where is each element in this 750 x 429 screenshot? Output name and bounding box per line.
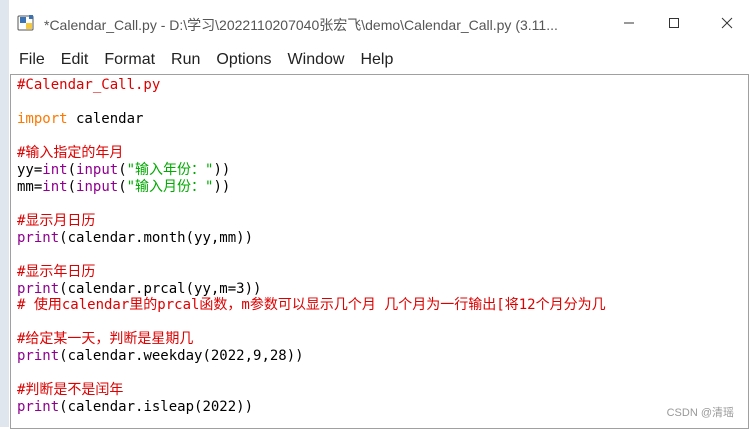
minimize-button[interactable]: [609, 8, 649, 38]
code-line-20: print(calendar.isleap(2022)): [17, 399, 254, 415]
python-idle-icon: [17, 15, 34, 31]
menu-help[interactable]: Help: [352, 46, 401, 74]
menu-bar: File Edit Format Run Options Window Help: [9, 46, 750, 74]
code-line-1: #Calendar_Call.py: [17, 77, 161, 93]
close-icon: [721, 17, 733, 29]
menu-file[interactable]: File: [9, 46, 53, 74]
maximize-button[interactable]: [654, 8, 694, 38]
menu-options[interactable]: Options: [208, 46, 279, 74]
menu-format[interactable]: Format: [96, 46, 163, 74]
idle-editor-window: *Calendar_Call.py - D:\学习\2022110207040张…: [9, 0, 750, 429]
title-bar[interactable]: *Calendar_Call.py - D:\学习\2022110207040张…: [9, 0, 750, 46]
code-line-3: import calendar: [17, 111, 144, 127]
menu-edit[interactable]: Edit: [53, 46, 97, 74]
window-title: *Calendar_Call.py - D:\学习\2022110207040张…: [44, 17, 558, 33]
code-line-13: print(calendar.prcal(yy,m=3)): [17, 281, 262, 297]
background-window-edge: [0, 0, 9, 427]
menu-window[interactable]: Window: [280, 46, 353, 74]
code-editor[interactable]: #Calendar_Call.py import calendar #输入指定的…: [10, 74, 749, 429]
code-line-6: yy=int(input("输入年份：")): [17, 162, 231, 178]
code-line-7: mm=int(input("输入月份：")): [17, 179, 231, 195]
code-line-12: #显示年日历: [17, 264, 96, 280]
minimize-icon: [624, 22, 634, 24]
close-button[interactable]: [704, 8, 750, 38]
code-line-16: #给定某一天，判断是星期几: [17, 331, 194, 347]
watermark: CSDN @清瑶: [666, 407, 734, 419]
maximize-icon: [669, 18, 679, 28]
code-line-5: #输入指定的年月: [17, 145, 124, 161]
code-line-10: print(calendar.month(yy,mm)): [17, 230, 254, 246]
code-line-19: #判断是不是闰年: [17, 382, 124, 398]
code-line-17: print(calendar.weekday(2022,9,28)): [17, 348, 304, 364]
code-line-9: #显示月日历: [17, 213, 96, 229]
code-line-14: # 使用calendar里的prcal函数，m参数可以显示几个月 几个月为一行输…: [17, 297, 606, 313]
menu-run[interactable]: Run: [163, 46, 208, 74]
